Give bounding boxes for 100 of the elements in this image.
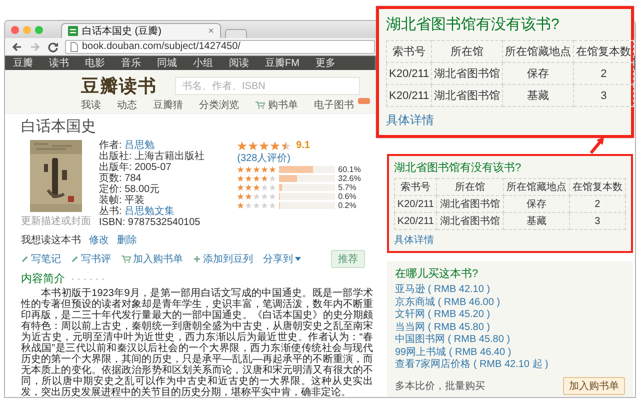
action-link[interactable]: 写笔记 [21, 252, 61, 266]
nav-link[interactable]: 豆瓣 [13, 56, 33, 70]
rating-count-link[interactable]: (328人评价) [237, 153, 290, 164]
section-heading: 内容简介 [21, 272, 65, 286]
pencil-icon [71, 255, 79, 263]
nav-link[interactable]: 读书 [49, 56, 69, 70]
store-link[interactable]: 查看7家网店价格 ( RMB 42.10 起 ) [395, 359, 625, 372]
column-header: 所在馆 [432, 40, 503, 62]
panel-title: 湖北省图书馆有没有该书? [386, 15, 560, 34]
close-button[interactable] [11, 26, 19, 34]
nav-link[interactable]: 同城 [157, 56, 177, 70]
search-field[interactable]: 书名、作者、ISBN [175, 77, 360, 95]
status-link[interactable]: 删除 [117, 233, 137, 247]
rating-percent: 5.7% [338, 183, 356, 192]
caret-icon [295, 257, 301, 261]
info-label: 出版年: [99, 162, 132, 173]
table-cell: 保存 [502, 62, 574, 84]
browser-tab[interactable]: 白话本国史 (豆瓣) × [61, 23, 221, 38]
status-link[interactable]: 修改 [89, 233, 109, 247]
store-link[interactable]: 中国图书网 ( RMB 45.80 ) [395, 334, 625, 346]
table-cell: K20/211 [394, 196, 437, 212]
store-link[interactable]: 京东商城 ( RMB 46.00 ) [395, 296, 625, 309]
store-link[interactable]: 亚马逊 ( RMB 42.10 ) [395, 284, 625, 296]
table-cell: 湖北省图书馆 [432, 62, 503, 84]
info-value: 平装 [124, 195, 145, 206]
reading-status: 我想读这本书 [21, 234, 81, 247]
column-header: 在馆复本数 [569, 178, 626, 196]
new-tab-button[interactable] [225, 29, 247, 38]
table-cell: 湖北省图书馆 [436, 212, 504, 230]
column-header: 索书号 [394, 178, 437, 196]
info-value: 2005-07 [134, 162, 172, 173]
rating-percent: 0.2% [338, 201, 356, 210]
panel-title: 在哪儿买这本书? [395, 266, 480, 281]
info-label: 定价: [99, 184, 122, 195]
store-link[interactable]: 99网上书城 ( RMB 46.40 ) [395, 346, 625, 359]
cover-caption: 更新描述或封面 [21, 214, 91, 228]
add-to-list-button[interactable]: 加入购书单 [563, 376, 625, 394]
page-icon [70, 42, 78, 52]
minimize-button[interactable] [23, 26, 31, 34]
details-link[interactable]: 具体详情 [394, 233, 434, 247]
star-icon [259, 140, 270, 150]
back-icon[interactable] [11, 40, 23, 52]
column-header: 所在馆藏地点 [503, 178, 570, 196]
table-cell: K20/211 [386, 84, 432, 106]
subnav-link[interactable]: 电子图书 [314, 98, 354, 112]
forward-icon[interactable] [29, 40, 41, 52]
action-link[interactable]: 添加到豆列 [193, 252, 253, 266]
nav-link[interactable]: 小组 [193, 56, 213, 70]
star-icon [237, 140, 248, 150]
subnav-link[interactable]: 购书单 [268, 98, 298, 112]
store-link[interactable]: 文轩网 ( RMB 45.20 ) [395, 309, 625, 322]
table-cell: 湖北省图书馆 [436, 196, 504, 212]
column-header: 所在馆 [436, 178, 504, 196]
table-cell: 保存 [503, 196, 570, 212]
column-header: 在馆复本数 [574, 40, 634, 62]
action-link[interactable]: 加入购书单 [121, 252, 183, 266]
rating-percent: 0.6% [338, 192, 356, 201]
favicon-icon [68, 26, 78, 36]
nav-link[interactable]: 阅读 [229, 56, 249, 70]
table-cell: 基藏 [503, 212, 570, 230]
nav-link[interactable]: 音乐 [121, 56, 141, 70]
info-label: 页数: [99, 173, 122, 184]
cart-icon [255, 101, 265, 109]
subnav-link[interactable]: 动态 [117, 98, 137, 112]
rating-score: 9.1 [296, 140, 310, 151]
nav-link[interactable]: 更多 [315, 56, 336, 70]
book-title: 白话本国史 [21, 118, 97, 136]
info-link[interactable]: 吕思勉 [124, 140, 155, 151]
column-header: 所在馆藏地点 [502, 40, 574, 62]
info-value: 上海古籍出版社 [134, 151, 205, 162]
heading-dots: · · · · · · [71, 274, 105, 285]
info-value: 58.00元 [124, 184, 160, 195]
nav-link[interactable]: 豆瓣FM [265, 56, 300, 70]
share-menu-link[interactable]: 分享到 [263, 252, 301, 266]
info-label: ISBN: [99, 217, 126, 228]
info-label: 丛书: [99, 206, 122, 217]
site-logo[interactable]: 豆瓣读书 [81, 74, 157, 98]
table-cell: 湖北省图书馆 [432, 84, 503, 106]
table-cell: K20/211 [386, 62, 432, 84]
store-link[interactable]: 当当网 ( RMB 45.80 ) [395, 322, 625, 334]
address-field[interactable]: book.douban.com/subject/1427450/ [65, 40, 375, 54]
nav-link[interactable]: 电影 [85, 56, 105, 70]
tab-close-button[interactable]: × [208, 26, 214, 36]
subnav-link[interactable]: 豆瓣猜 [153, 98, 183, 112]
details-link[interactable]: 具体详情 [386, 112, 434, 129]
intro-paragraph: 本书初版于1923年9月，是第一部用白话文写成的中国通史。既是一部学术性的专著但预设的读者对象却是青年学生，史识丰富，笔调活泼，数年内不断重印再版，是二三十年代发行量最大的一部中国通史。《白话本国史》的史分期颇有特色：周以前上古史，秦朝统一到唐朝全盛为中古史，从唐朝安史之乱至南宋为近古史，元明至清中叶为近世史，西力东渐以后为最近世史。作者认为：“春秋战国”是三代以前和秦汉以后社会的一个大界限，西力东渐使传统社会与现代历史的第一个大界限，其间的历史，只是承平—乱乱—再起承平的不断重演，而无本质上的变化。依据政治形势和区划关系而论，汉唐和宋元明清又有很大的不同，所以唐中期安史之乱可以作为中古史和近古史的一大界限。这种从史实出发，突出历史发展进程中的关节目的历史分期，堪称平实中肯，确非定论。 [21, 288, 373, 397]
plus-icon [193, 255, 201, 263]
info-value: 9787532540105 [128, 217, 200, 228]
subnav-link[interactable]: 我读 [81, 98, 101, 112]
recommend-button[interactable]: 推荐 [331, 250, 365, 268]
action-link[interactable]: 写书评 [71, 252, 111, 266]
compare-text: 多本比价，批量购买 [395, 380, 485, 392]
maximize-button[interactable] [35, 26, 43, 34]
info-link[interactable]: 吕思勉文集 [124, 206, 175, 217]
pencil-icon [21, 255, 29, 263]
info-value: 784 [124, 173, 142, 184]
reload-icon[interactable] [47, 40, 59, 52]
subnav-link[interactable]: 分类浏览 [199, 98, 239, 112]
info-label: 装帧: [99, 195, 122, 206]
table-cell: 基藏 [502, 84, 574, 106]
